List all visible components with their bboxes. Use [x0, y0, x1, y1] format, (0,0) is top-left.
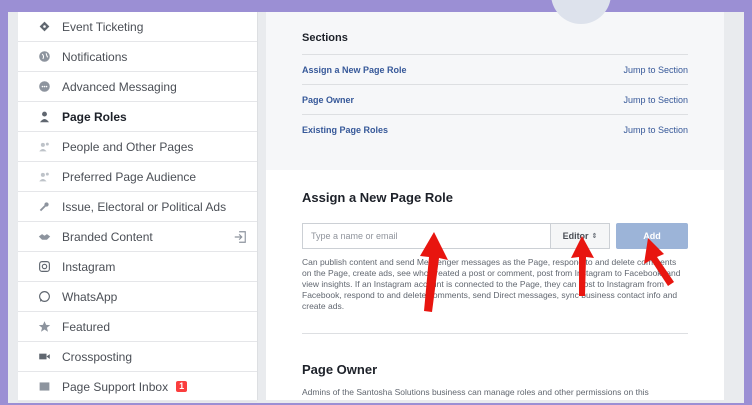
sidebar-item-label: Page Support Inbox — [62, 379, 169, 394]
sidebar-item-label: Page Roles — [62, 109, 127, 124]
sidebar-item-featured[interactable]: Featured — [18, 312, 257, 342]
sidebar-item-crossposting[interactable]: Crossposting — [18, 342, 257, 372]
video-camera-icon — [36, 349, 52, 365]
assign-role-form: Editor ⇕ Add — [302, 223, 688, 249]
whatsapp-icon — [36, 289, 52, 305]
chat-bubble-icon — [36, 79, 52, 95]
sidebar-item-label: People and Other Pages — [62, 139, 194, 154]
sidebar-item-label: Crossposting — [62, 349, 133, 364]
open-external-icon[interactable] — [233, 230, 247, 244]
people-icon — [36, 139, 52, 155]
section-link-owner[interactable]: Page Owner — [302, 95, 354, 105]
globe-icon — [36, 49, 52, 65]
sidebar-item-instagram[interactable]: Instagram — [18, 252, 257, 282]
sidebar-item-label: Branded Content — [62, 229, 153, 244]
page-owner-title: Page Owner — [302, 362, 378, 378]
assign-role-title: Assign a New Page Role — [302, 190, 453, 205]
sidebar-item-page-roles[interactable]: Page Roles — [18, 102, 257, 132]
jump-to-section-link[interactable]: Jump to Section — [623, 95, 688, 105]
sidebar-item-whatsapp[interactable]: WhatsApp — [18, 282, 257, 312]
sidebar-item-label: Event Ticketing — [62, 19, 144, 34]
sidebar-item-label: WhatsApp — [62, 289, 118, 304]
person-icon — [36, 109, 52, 125]
sidebar-item-branded-content[interactable]: Branded Content — [18, 222, 257, 252]
sidebar-item-label: Featured — [62, 319, 111, 334]
sidebar-item-event-ticketing[interactable]: Event Ticketing — [18, 12, 257, 42]
page-owner-description: Admins of the Santosha Solutions busines… — [302, 387, 649, 398]
sidebar-item-label: Instagram — [62, 259, 116, 274]
sidebar-item-label: Preferred Page Audience — [62, 169, 197, 184]
annotation-arrow-add — [644, 238, 674, 286]
people-icon — [36, 169, 52, 185]
sidebar-item-preferred-page-audience[interactable]: Preferred Page Audience — [18, 162, 257, 192]
sidebar-item-label: Advanced Messaging — [62, 79, 177, 94]
settings-sidebar: Event Ticketing Notifications Advanced M… — [18, 12, 258, 402]
instagram-icon — [36, 259, 52, 275]
sidebar-item-notifications[interactable]: Notifications — [18, 42, 257, 72]
annotation-arrow-role — [571, 236, 594, 296]
inbox-icon — [36, 379, 52, 395]
sidebar-item-label: Notifications — [62, 49, 128, 64]
annotation-arrow-input — [420, 232, 448, 312]
section-link-existing[interactable]: Existing Page Roles — [302, 125, 388, 135]
jump-to-section-link[interactable]: Jump to Section — [623, 125, 688, 135]
sidebar-item-advanced-messaging[interactable]: Advanced Messaging — [18, 72, 257, 102]
jump-to-section-link[interactable]: Jump to Section — [623, 65, 688, 75]
wrench-icon — [36, 199, 52, 215]
section-row-existing: Existing Page Roles Jump to Section — [302, 114, 688, 144]
role-description: Can publish content and send Messenger m… — [302, 257, 681, 311]
section-divider — [302, 333, 688, 335]
section-link-assign[interactable]: Assign a New Page Role — [302, 65, 407, 75]
ticket-icon — [36, 19, 52, 35]
section-row-assign: Assign a New Page Role Jump to Section — [302, 54, 688, 84]
avatar — [551, 0, 611, 24]
sidebar-item-label: Issue, Electoral or Political Ads — [62, 199, 227, 214]
handshake-icon — [36, 229, 52, 245]
sidebar-item-page-support-inbox[interactable]: Page Support Inbox 1 — [18, 372, 257, 402]
sections-title: Sections — [302, 32, 348, 44]
notification-badge: 1 — [176, 381, 188, 392]
section-row-owner: Page Owner Jump to Section — [302, 84, 688, 114]
page-roles-panel: Sections Assign a New Page Role Jump to … — [266, 0, 724, 400]
star-icon — [36, 319, 52, 335]
sidebar-item-political-ads[interactable]: Issue, Electoral or Political Ads — [18, 192, 257, 222]
sections-card: Sections Assign a New Page Role Jump to … — [266, 0, 724, 170]
sidebar-item-people-and-other-pages[interactable]: People and Other Pages — [18, 132, 257, 162]
